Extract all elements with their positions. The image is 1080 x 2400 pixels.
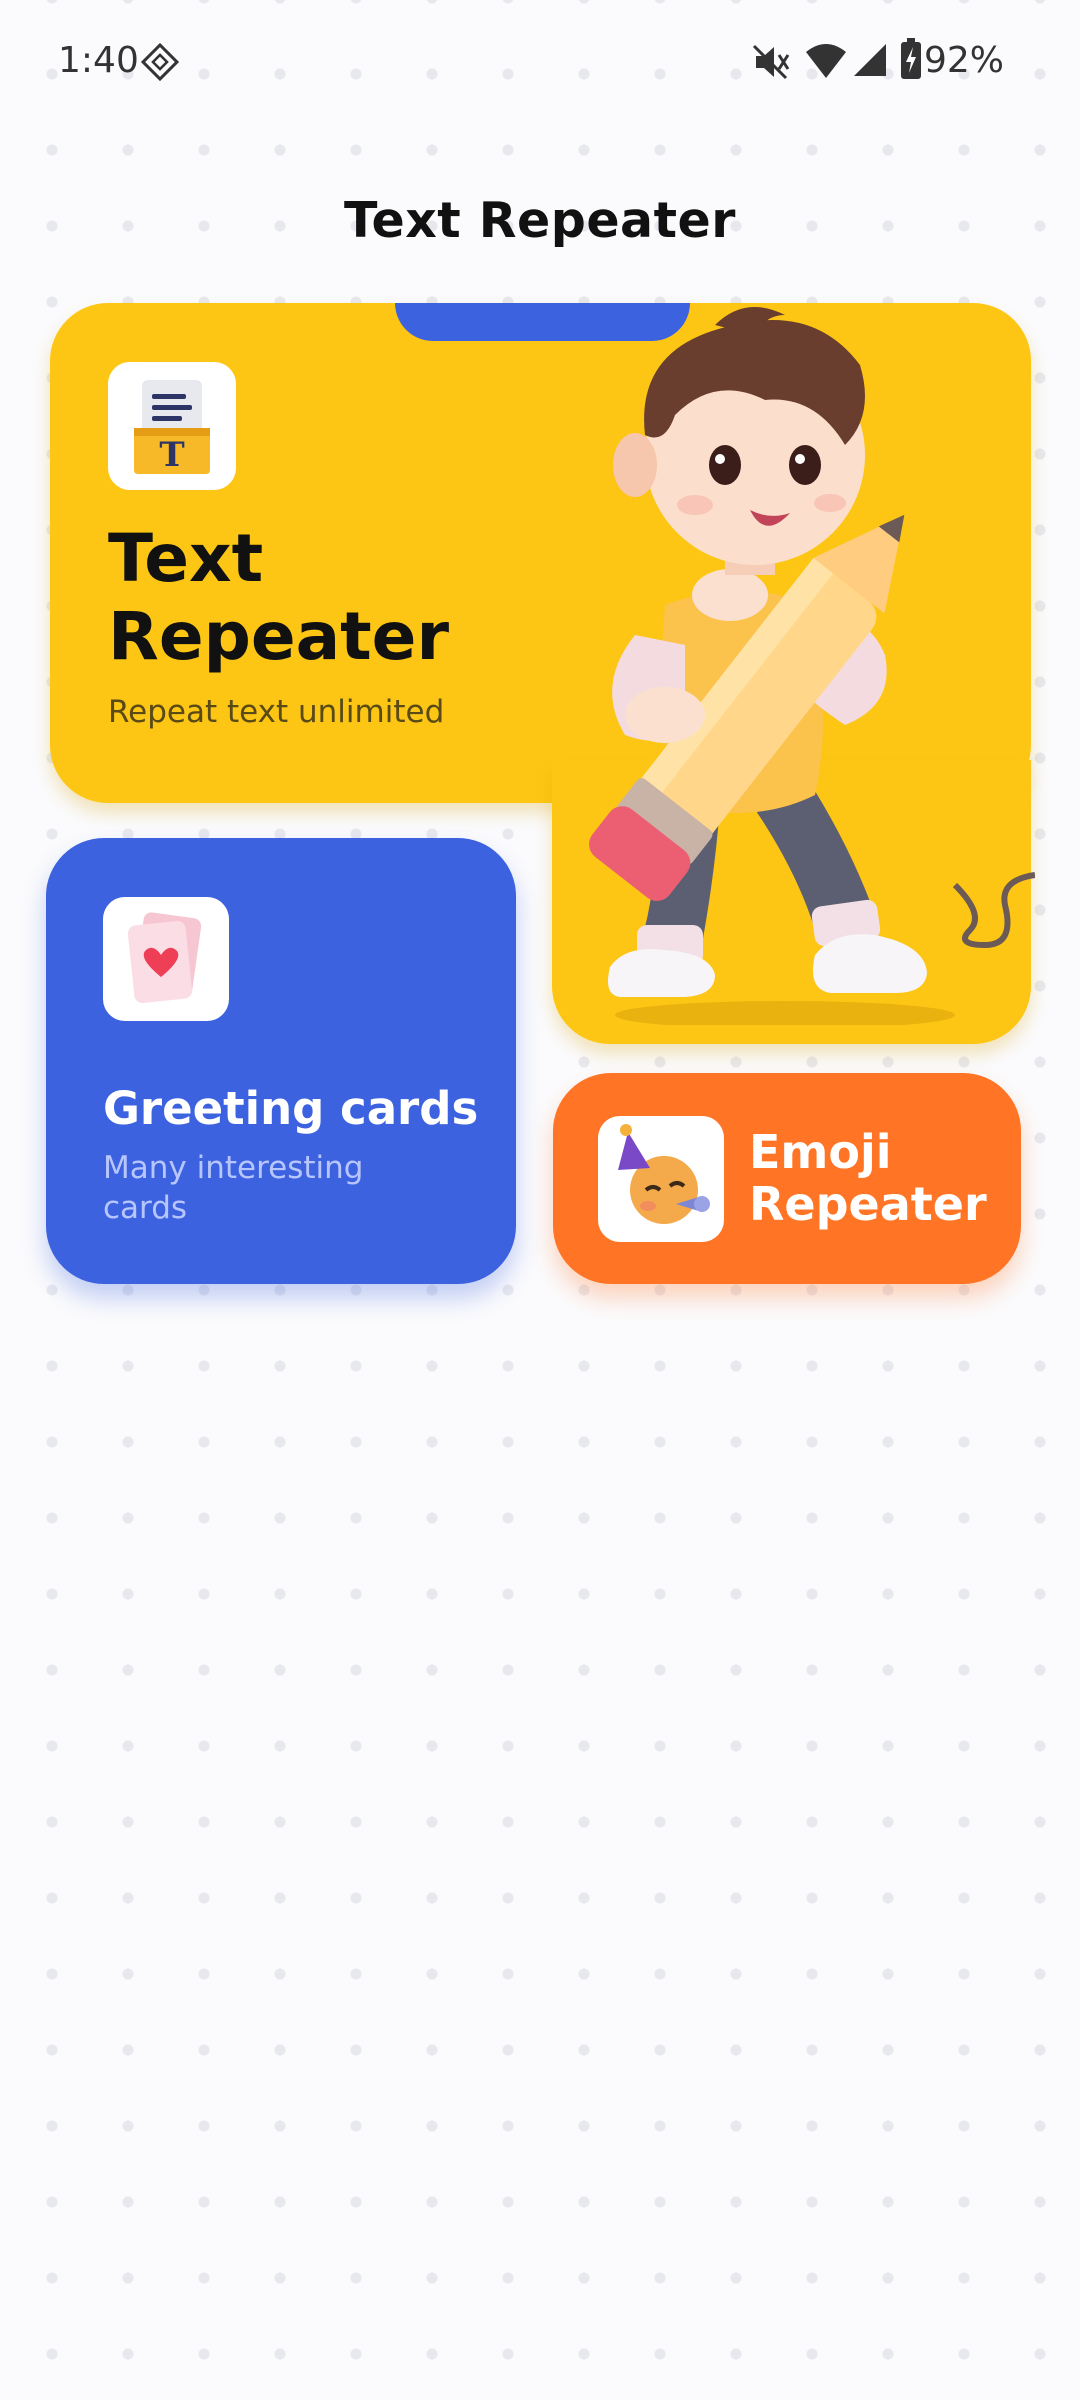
greeting-cards-title: Greeting cards <box>103 1082 479 1135</box>
mute-icon <box>752 44 790 80</box>
greeting-cards-subtitle: Many interesting cards <box>103 1150 364 1226</box>
nfc-icon <box>140 42 180 82</box>
greeting-cards-icon-tile <box>103 897 229 1021</box>
text-repeater-title: Text Repeater <box>108 520 449 675</box>
boy-holding-pencil-illustration <box>589 307 1035 1025</box>
svg-text:T: T <box>159 435 184 475</box>
text-repeater-subtitle: Repeat text unlimited <box>108 694 445 730</box>
battery-percentage: 92% <box>923 40 1004 81</box>
battery-charging-icon <box>901 38 921 79</box>
status-time: 1:40 <box>58 40 139 81</box>
cellular-signal-icon <box>854 44 886 76</box>
heart-card-icon <box>127 912 202 1004</box>
emoji-repeater-icon-tile <box>598 1116 724 1242</box>
status-bar: 1:40 92% <box>0 0 1080 130</box>
emoji-repeater-title: Emoji Repeater <box>749 1125 987 1231</box>
text-repeater-icon-tile: T <box>108 362 236 490</box>
page-title: Text Repeater <box>344 192 736 249</box>
wifi-icon <box>806 44 846 78</box>
party-emoji-icon <box>618 1124 710 1224</box>
document-text-icon: T <box>134 380 210 475</box>
